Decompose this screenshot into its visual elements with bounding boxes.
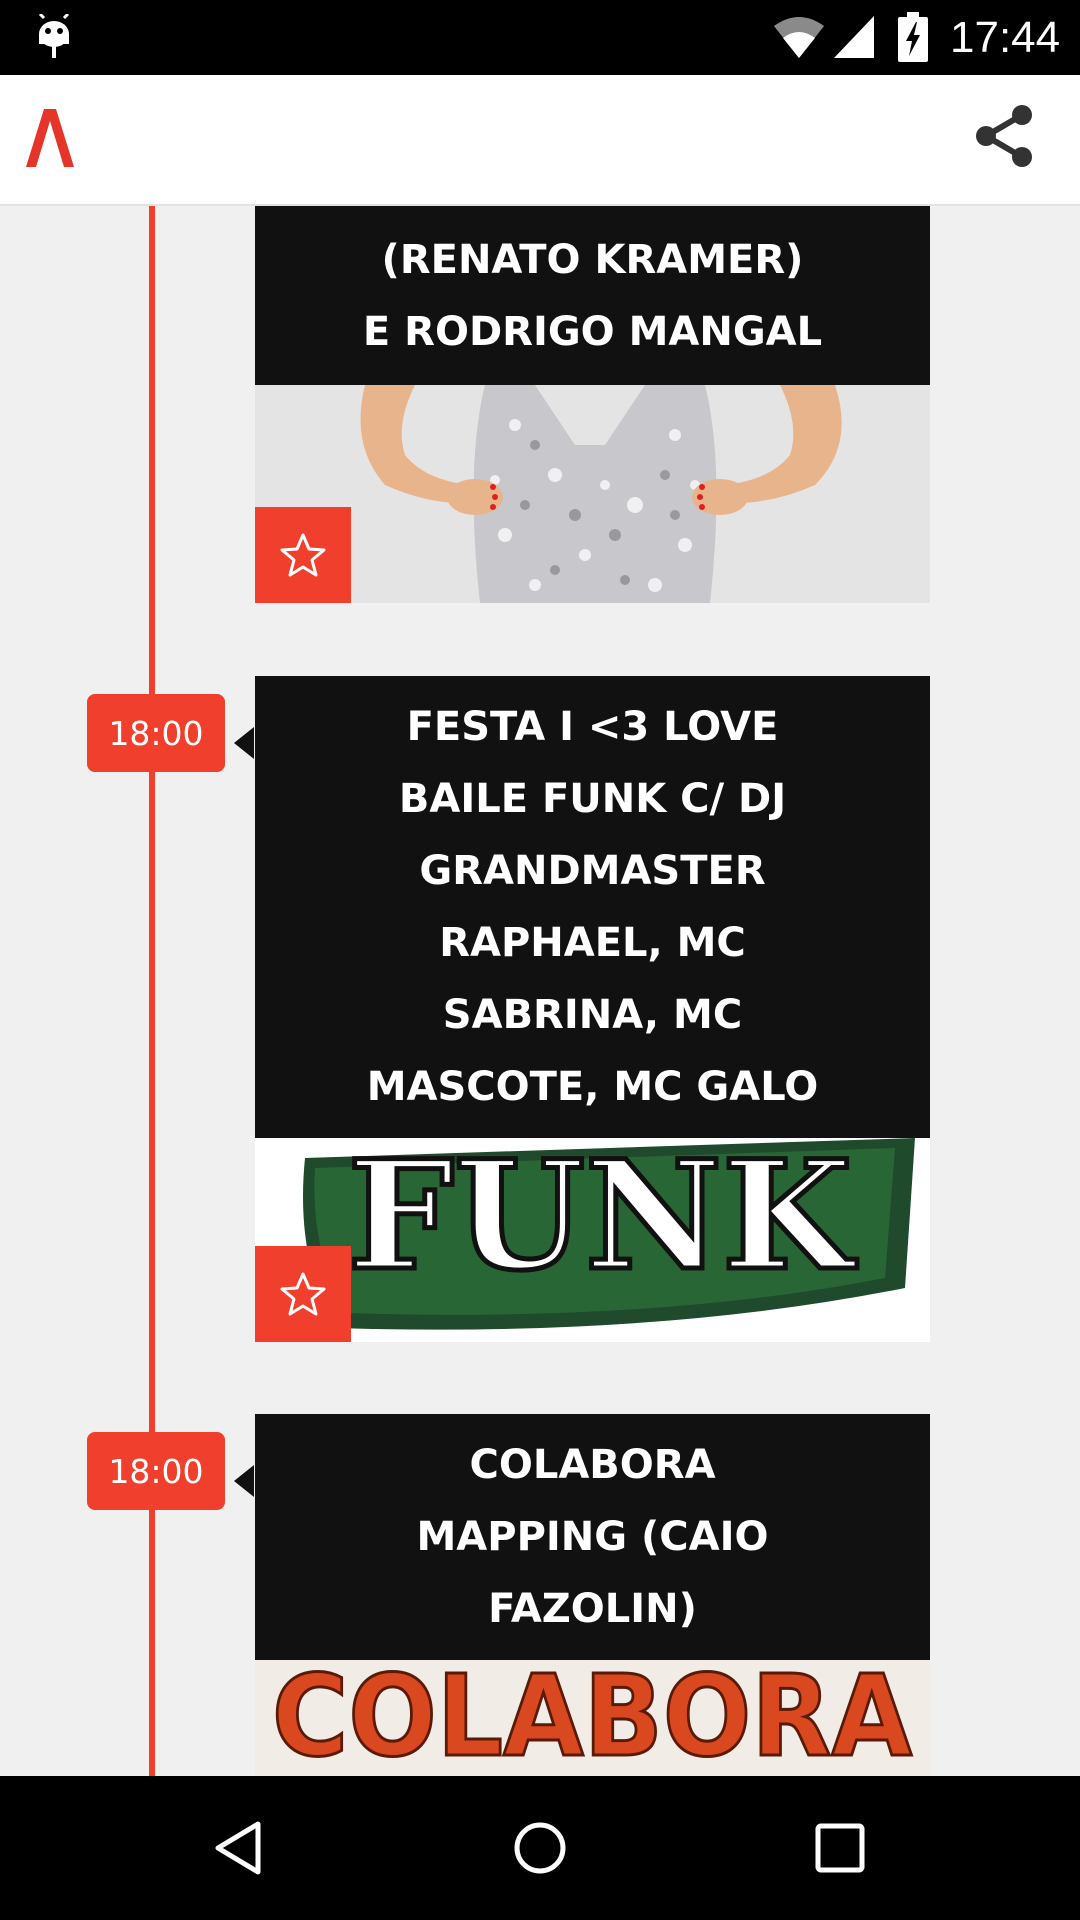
signal-icon (834, 16, 874, 58)
event-title-line: SABRINA, MC (442, 992, 743, 1038)
colabora-image-text: COLABORA (272, 1660, 912, 1776)
status-time: 17:44 (950, 13, 1061, 62)
event-time-badge: 18:00 (87, 694, 225, 772)
event-image: COLABORA (255, 1660, 930, 1776)
event-title-line: MAPPING (CAIO (416, 1514, 769, 1560)
android-icon (38, 14, 70, 58)
event-title-line: GRANDMASTER (419, 848, 766, 894)
event-title-line: COLABORA (469, 1442, 716, 1488)
star-icon (280, 1272, 326, 1316)
timeline-list[interactable]: (RENATO KRAMER) E RODRIGO MANGAL 18:00 F… (0, 206, 1080, 1776)
badge-pointer (234, 727, 254, 759)
dress-photo (255, 385, 930, 603)
event-image: FUNK (255, 1138, 930, 1342)
back-icon[interactable] (208, 1816, 272, 1880)
event-card[interactable]: (RENATO KRAMER) E RODRIGO MANGAL (255, 206, 930, 603)
event-title: COLABORA MAPPING (CAIO FAZOLIN) (255, 1414, 930, 1660)
event-image (255, 385, 930, 603)
logo-icon[interactable] (22, 105, 78, 169)
status-bar: 17:44 (0, 0, 1080, 75)
event-card[interactable]: FESTA I <3 LOVE BAILE FUNK C/ DJ GRANDMA… (255, 676, 930, 1342)
event-title-line: (RENATO KRAMER) (381, 236, 804, 283)
event-title-line: FAZOLIN) (488, 1586, 697, 1632)
event-title-line: RAPHAEL, MC (439, 920, 746, 966)
favorite-button[interactable] (255, 507, 351, 603)
colabora-graphic: COLABORA (255, 1660, 930, 1776)
timeline-line (149, 206, 155, 1776)
star-icon (280, 533, 326, 577)
funk-image-text: FUNK (348, 1138, 857, 1304)
battery-charging-icon (898, 12, 928, 62)
event-card[interactable]: COLABORA MAPPING (CAIO FAZOLIN) COLABORA (255, 1414, 930, 1776)
home-icon[interactable] (508, 1816, 572, 1880)
event-title-line: MASCOTE, MC GALO (366, 1064, 819, 1110)
event-title-line: E RODRIGO MANGAL (362, 308, 823, 355)
event-title: FESTA I <3 LOVE BAILE FUNK C/ DJ GRANDMA… (255, 676, 930, 1138)
app-bar (0, 75, 1080, 206)
funk-graphic: FUNK (255, 1138, 930, 1342)
wifi-icon (774, 17, 824, 58)
recents-icon[interactable] (808, 1816, 872, 1880)
favorite-button[interactable] (255, 1246, 351, 1342)
navigation-bar (0, 1776, 1080, 1920)
event-title-line: BAILE FUNK C/ DJ (398, 776, 787, 822)
badge-pointer (234, 1465, 254, 1497)
event-title-line: FESTA I <3 LOVE (406, 704, 779, 750)
event-time-badge: 18:00 (87, 1432, 225, 1510)
event-title: (RENATO KRAMER) E RODRIGO MANGAL (255, 206, 930, 385)
share-icon[interactable] (972, 103, 1038, 169)
